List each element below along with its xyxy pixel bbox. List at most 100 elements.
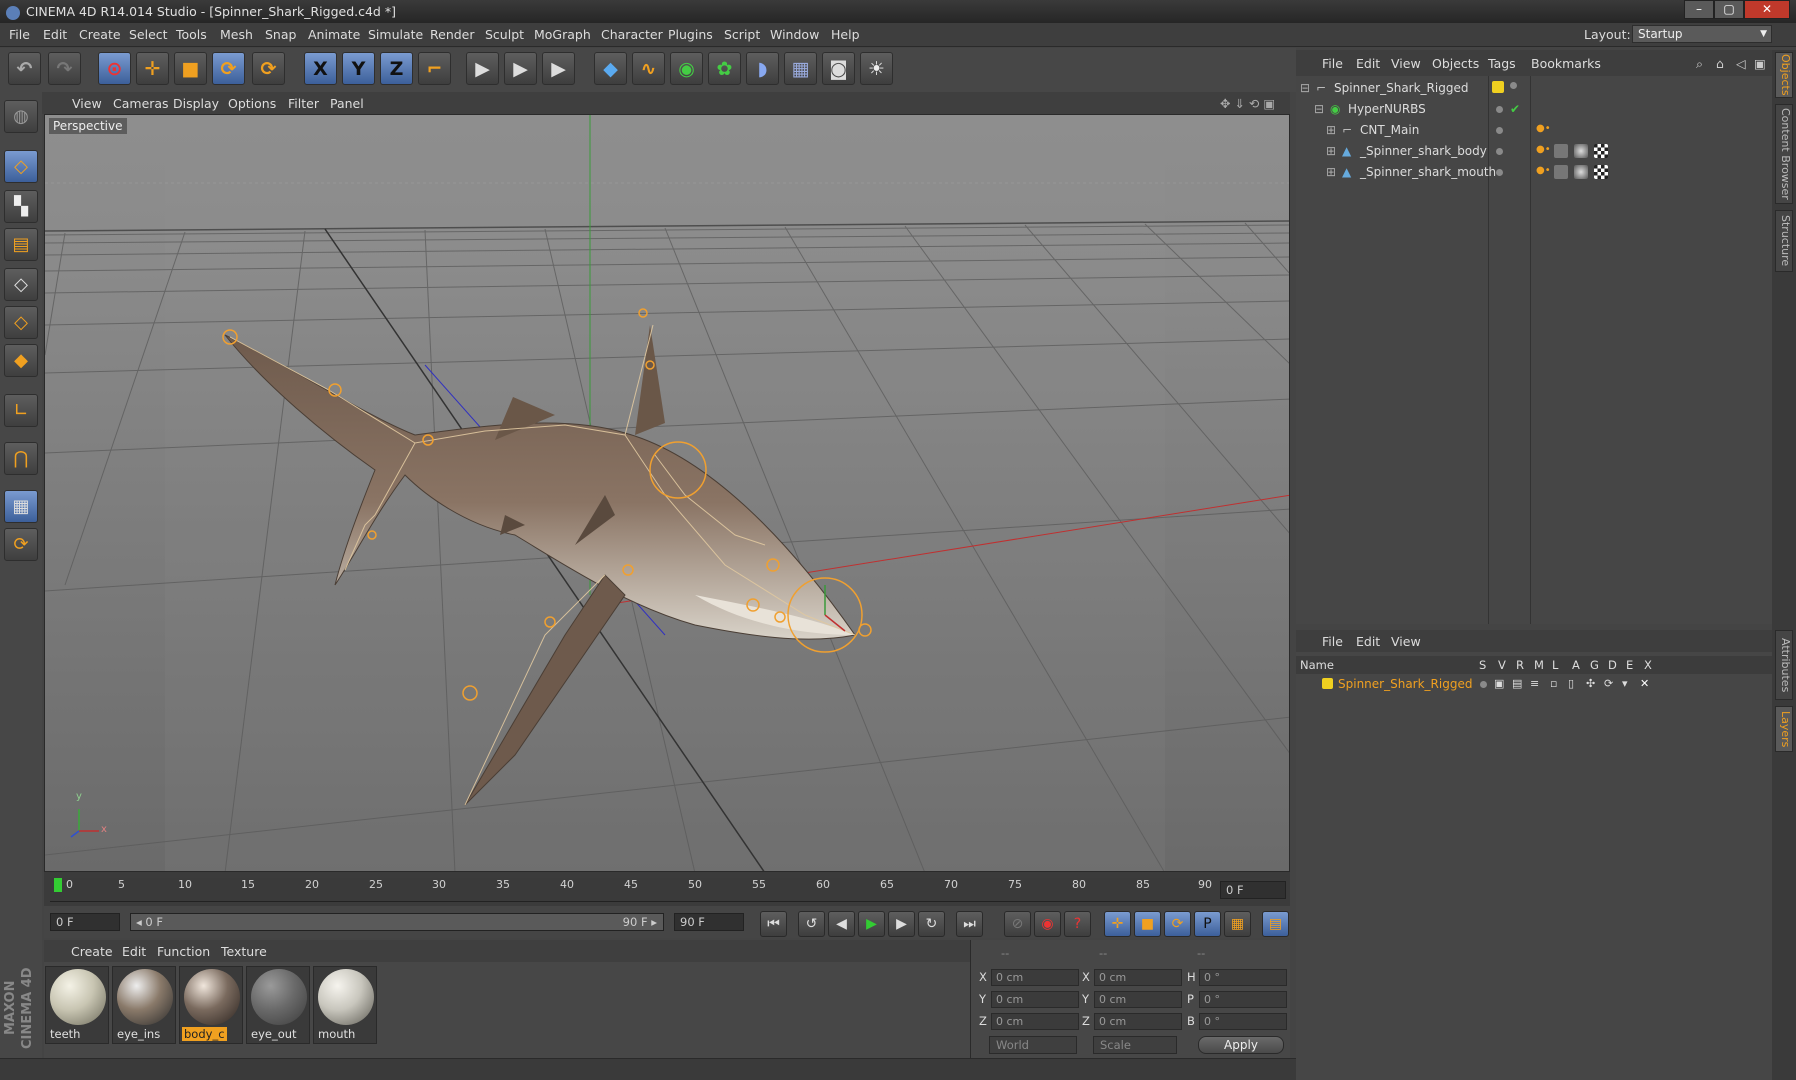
tab-layers[interactable]: Layers — [1775, 706, 1793, 752]
start-frame-field[interactable]: 0 F — [50, 913, 120, 931]
viewport-menu-options[interactable]: Options — [228, 96, 276, 111]
position-x-field[interactable]: 0 cm — [991, 969, 1079, 986]
object-row[interactable]: ⊟ ◉ HyperNURBS ✔ — [1296, 99, 1772, 120]
material-item[interactable]: mouth — [313, 966, 377, 1044]
record-keys-icon[interactable]: ⊘ — [1004, 911, 1031, 937]
material-item[interactable]: eye_ins — [112, 966, 176, 1044]
workplane-icon[interactable]: ▤ — [4, 228, 38, 261]
viewport-menu-view[interactable]: View — [72, 96, 102, 111]
next-frame-icon[interactable]: ▶ — [888, 911, 915, 937]
timeline-icon[interactable]: ▤ — [1262, 911, 1289, 937]
menu-snap[interactable]: Snap — [265, 27, 296, 42]
polygons-mode-icon[interactable]: ◆ — [4, 344, 38, 377]
camera-icon[interactable]: ◙ — [822, 52, 855, 85]
coordinate-system-icon[interactable]: ⌐ — [418, 52, 451, 85]
undo-icon[interactable]: ↶ — [8, 52, 41, 85]
back-icon[interactable]: ◁ — [1736, 56, 1746, 71]
coordinate-space-select[interactable]: World — [989, 1036, 1077, 1054]
layer-menu-edit[interactable]: Edit — [1356, 634, 1380, 649]
object-row[interactable]: ⊞ ▲ _Spinner_shark_mouth ●• — [1296, 162, 1772, 183]
apply-button[interactable]: Apply — [1198, 1036, 1284, 1054]
previous-key-icon[interactable]: ↺ — [798, 911, 825, 937]
menu-mograph[interactable]: MoGraph — [534, 27, 591, 42]
nurbs-icon[interactable]: ◉ — [670, 52, 703, 85]
rotation-b-field[interactable]: 0 ° — [1199, 1013, 1287, 1030]
menu-script[interactable]: Script — [724, 27, 760, 42]
object-menu-tags[interactable]: Tags — [1488, 56, 1516, 71]
edges-mode-icon[interactable]: ◇ — [4, 306, 38, 339]
points-mode-icon[interactable]: ◇ — [4, 268, 38, 301]
render-view-icon[interactable]: ▶ — [466, 52, 499, 85]
object-menu-view[interactable]: View — [1391, 56, 1421, 71]
rotate-icon[interactable]: ⟳ — [212, 52, 245, 85]
render-picture-viewer-icon[interactable]: ▶ — [504, 52, 537, 85]
viewport-nav-icon[interactable]: ✥ ⇓ ⟲ ▣ — [1220, 96, 1275, 111]
light-icon[interactable]: ☀ — [860, 52, 893, 85]
menu-sculpt[interactable]: Sculpt — [485, 27, 524, 42]
move-icon[interactable]: ✛ — [136, 52, 169, 85]
material-menu-texture[interactable]: Texture — [221, 944, 267, 959]
rotation-p-field[interactable]: 0 ° — [1199, 991, 1287, 1008]
tab-attributes[interactable]: Attributes — [1775, 630, 1793, 700]
z-axis-icon[interactable]: Z — [380, 52, 413, 85]
go-to-start-icon[interactable]: ⏮ — [760, 911, 787, 937]
timeline-ruler[interactable]: 0 5 10 15 20 25 30 35 40 45 50 55 60 65 … — [44, 872, 1290, 906]
autokey-icon[interactable]: ◉ — [1034, 911, 1061, 937]
layer-menu-view[interactable]: View — [1391, 634, 1421, 649]
menu-select[interactable]: Select — [129, 27, 168, 42]
maximize-button[interactable]: ▢ — [1714, 0, 1744, 19]
object-menu-file[interactable]: File — [1322, 56, 1343, 71]
layer-menu-file[interactable]: File — [1322, 634, 1343, 649]
y-axis-icon[interactable]: Y — [342, 52, 375, 85]
live-selection-icon[interactable]: ⊙ — [98, 52, 131, 85]
viewport-3d[interactable]: Perspective y x — [44, 114, 1290, 872]
coordinate-mode-select[interactable]: Scale — [1093, 1036, 1177, 1054]
position-y-field[interactable]: 0 cm — [991, 991, 1079, 1008]
object-row[interactable]: ⊞ ▲ _Spinner_shark_body ●• — [1296, 141, 1772, 162]
parameter-key-icon[interactable]: P — [1194, 911, 1221, 937]
size-y-field[interactable]: 0 cm — [1094, 991, 1182, 1008]
array-icon[interactable]: ✿ — [708, 52, 741, 85]
close-button[interactable]: ✕ — [1744, 0, 1790, 19]
layout-select[interactable]: Startup ▼ — [1632, 25, 1772, 43]
size-z-field[interactable]: 0 cm — [1094, 1013, 1182, 1030]
deformer-icon[interactable]: ◗ — [746, 52, 779, 85]
play-icon[interactable]: ▶ — [858, 911, 885, 937]
viewport-menu-panel[interactable]: Panel — [330, 96, 364, 111]
position-z-field[interactable]: 0 cm — [991, 1013, 1079, 1030]
model-mode-icon[interactable]: ◇ — [4, 150, 38, 183]
rotation-h-field[interactable]: 0 ° — [1199, 969, 1287, 986]
size-x-field[interactable]: 0 cm — [1094, 969, 1182, 986]
current-frame-field[interactable]: 0 F — [1220, 881, 1286, 899]
redo-icon[interactable]: ↷ — [48, 52, 81, 85]
workplane-lock-icon[interactable]: ▦ — [4, 490, 38, 523]
menu-file[interactable]: File — [9, 27, 30, 42]
new-window-icon[interactable]: ▣ — [1754, 56, 1766, 71]
recent-tool-icon[interactable]: ⟳ — [252, 52, 285, 85]
menu-character[interactable]: Character — [601, 27, 663, 42]
menu-simulate[interactable]: Simulate — [368, 27, 423, 42]
menu-mesh[interactable]: Mesh — [220, 27, 253, 42]
spline-pen-icon[interactable]: ∿ — [632, 52, 665, 85]
scale-key-icon[interactable]: ■ — [1134, 911, 1161, 937]
cube-icon[interactable]: ◆ — [594, 52, 627, 85]
viewport-menu-filter[interactable]: Filter — [288, 96, 319, 111]
layer-row[interactable]: Spinner_Shark_Rigged ▣ ▤ ≡ ▫ ▯ ✣ ⟳ ▾ ✕ — [1296, 674, 1772, 695]
object-menu-objects[interactable]: Objects — [1432, 56, 1479, 71]
tab-objects[interactable]: Objects — [1775, 52, 1793, 98]
material-menu-edit[interactable]: Edit — [122, 944, 146, 959]
rotation-key-icon[interactable]: ⟳ — [1164, 911, 1191, 937]
make-editable-icon[interactable]: ◍ — [4, 100, 38, 133]
tab-content-browser[interactable]: Content Browser — [1775, 104, 1793, 204]
object-menu-bookmarks[interactable]: Bookmarks — [1531, 56, 1601, 71]
menu-tools[interactable]: Tools — [176, 27, 207, 42]
object-row[interactable]: ⊟ ⌐ Spinner_Shark_Rigged — [1296, 78, 1772, 99]
edit-render-settings-icon[interactable]: ▶ — [542, 52, 575, 85]
previous-frame-icon[interactable]: ◀ — [828, 911, 855, 937]
point-level-icon[interactable]: ▦ — [1224, 911, 1251, 937]
material-menu-function[interactable]: Function — [157, 944, 210, 959]
material-item[interactable]: body_c — [179, 966, 243, 1044]
menu-render[interactable]: Render — [430, 27, 475, 42]
preview-range-slider[interactable]: ◂ 0 F 90 F ▸ — [130, 913, 664, 931]
keyframe-selection-icon[interactable]: ? — [1064, 911, 1091, 937]
